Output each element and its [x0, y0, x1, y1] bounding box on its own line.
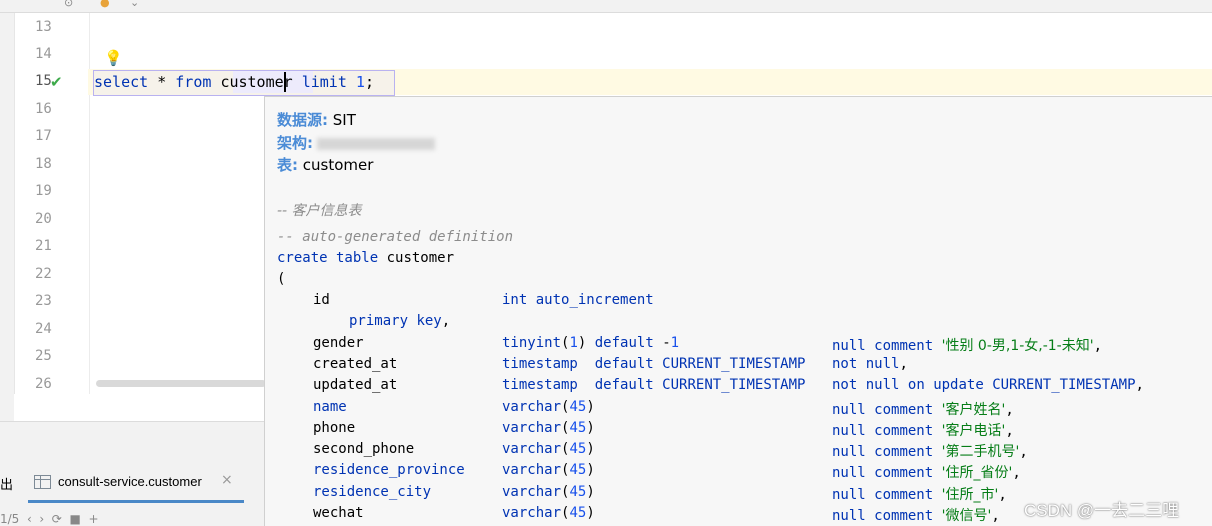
datasource-label: 数据源: — [277, 111, 328, 129]
horizontal-scrollbar[interactable] — [96, 380, 266, 387]
checkmark-icon: ✔ — [50, 73, 63, 91]
close-icon[interactable]: × — [221, 472, 233, 488]
text-caret — [284, 72, 286, 92]
line-number-gutter: 13 14 15 16 17 18 19 20 21 22 23 24 25 2… — [14, 13, 90, 394]
ddl-column-constraint: null comment '微信号', — [832, 508, 1000, 524]
ddl-column-name: id — [313, 292, 330, 308]
semicolon: ; — [364, 73, 374, 91]
keyword-from: from — [175, 73, 212, 91]
line-number: 13 — [35, 19, 52, 35]
table-comment: -- 客户信息表 — [277, 203, 362, 219]
ddl-column-name: updated_at — [313, 377, 398, 393]
line-number: 21 — [35, 238, 52, 254]
line-number: 25 — [35, 348, 52, 364]
table-row: 表: customer — [277, 154, 373, 175]
ddl-autogen-comment: -- auto-generated definition — [277, 229, 514, 245]
line-number: 19 — [35, 183, 52, 199]
line-number: 14 — [35, 46, 52, 62]
line-number: 16 — [35, 101, 52, 117]
ddl-column-name: second_phone — [313, 441, 415, 457]
ddl-column-constraint: not null on update CURRENT_TIMESTAMP, — [832, 377, 1144, 393]
schema-row: 架构: — [277, 132, 435, 153]
line-number: 18 — [35, 156, 52, 172]
ddl-column-constraint: not null, — [832, 356, 908, 372]
ddl-column-type: int auto_increment — [502, 292, 654, 308]
line-number: 26 — [35, 376, 52, 392]
ddl-column-name: phone — [313, 420, 356, 436]
history-icon[interactable]: ⊙ — [64, 0, 73, 9]
ddl-open-paren: ( — [277, 271, 286, 287]
ddl-column-type: varchar(45) — [502, 399, 595, 415]
line-number: 23 — [35, 293, 52, 309]
watermark: CSDN @一去二三哩 — [1024, 501, 1180, 520]
active-tab-indicator — [28, 500, 244, 503]
ddl-column-type: varchar(45) — [502, 505, 595, 521]
table-label: 表: — [277, 156, 298, 174]
line-number: 20 — [35, 211, 52, 227]
ddl-column-name: wechat — [313, 505, 364, 521]
ddl-column-name: residence_province — [313, 462, 465, 478]
ddl-column-name: name — [313, 399, 347, 415]
keyword-select: select — [94, 73, 149, 91]
schema-label: 架构: — [277, 134, 313, 152]
datasource-value: SIT — [332, 111, 356, 129]
ddl-column-type: timestamp default CURRENT_TIMESTAMP — [502, 356, 806, 372]
lightbulb-icon[interactable]: 💡 — [104, 49, 123, 67]
ddl-column-constraint: null comment '客户电话', — [832, 423, 1014, 439]
action-icon[interactable]: ⌄ — [130, 0, 139, 9]
schema-value-redacted — [317, 137, 435, 150]
ddl-column-constraint: null comment '住所_省份', — [832, 465, 1021, 481]
ddl-column-type: varchar(45) — [502, 441, 595, 457]
editor-toolbar: ⊙ ● ⌄ — [0, 0, 1212, 13]
ddl-column-constraint: primary key, — [349, 313, 451, 329]
table-icon — [34, 475, 51, 489]
star-token: * — [148, 73, 176, 91]
ddl-column-type: timestamp default CURRENT_TIMESTAMP — [502, 377, 806, 393]
table-identifier[interactable]: customer — [220, 73, 292, 91]
limit-number: 1 — [355, 73, 365, 91]
ddl-column-constraint: null comment '住所_市', — [832, 487, 1007, 503]
line-number: 22 — [35, 266, 52, 282]
ddl-column-name: residence_city — [313, 484, 432, 500]
line-number: 24 — [35, 321, 52, 337]
ddl-column-type: tinyint(1) default -1 — [502, 335, 680, 351]
result-toolbar[interactable]: 1/5 ‹ › ⟳ ■ + — [0, 512, 99, 526]
ddl-column-type: varchar(45) — [502, 484, 595, 500]
ddl-column-type: varchar(45) — [502, 462, 595, 478]
ddl-column-type: varchar(45) — [502, 420, 595, 436]
ddl-column-name: gender — [313, 335, 364, 351]
ddl-column-constraint: null comment '客户姓名', — [832, 402, 1014, 418]
editor-left-strip — [0, 13, 14, 421]
status-icon[interactable]: ● — [100, 0, 110, 9]
ddl-create-line: create table customer — [277, 250, 455, 266]
table-value: customer — [302, 156, 374, 174]
ddl-column-name: created_at — [313, 356, 398, 372]
tab-fragment[interactable]: 出 — [0, 474, 13, 493]
keyword-limit: limit — [301, 73, 347, 91]
sql-query-line[interactable]: select * from customer limit 1; — [94, 73, 374, 91]
tab-consult-service-customer[interactable]: consult-service.customer — [58, 474, 202, 489]
ddl-column-constraint: null comment '第二手机号', — [832, 444, 1028, 460]
ddl-column-constraint: null comment '性别 0-男,1-女,-1-未知', — [832, 338, 1103, 354]
datasource-row: 数据源: SIT — [277, 109, 356, 130]
line-number: 17 — [35, 128, 52, 144]
